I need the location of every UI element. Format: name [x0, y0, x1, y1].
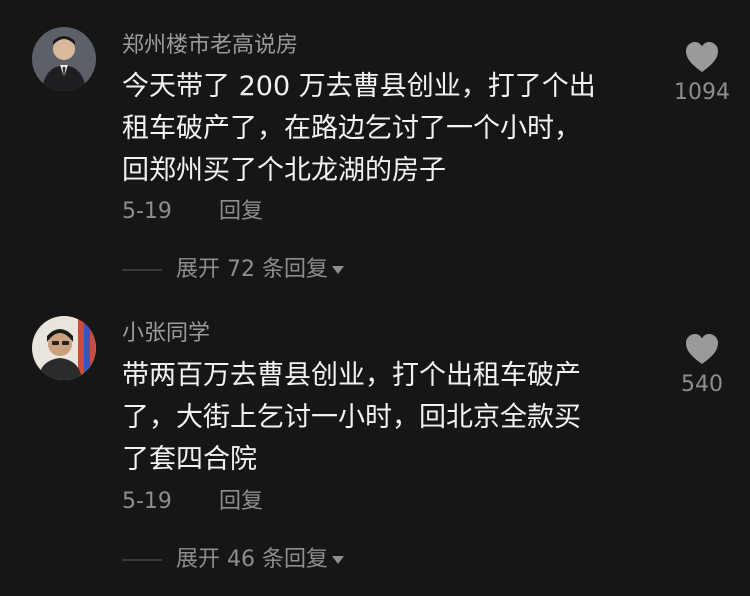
expand-replies-button[interactable]: 展开 46 条回复: [122, 547, 344, 573]
comment-text-line: 了，大街上乞讨一小时，回北京全款买: [122, 402, 581, 433]
like-count: 1094: [674, 80, 730, 105]
like-count: 540: [681, 372, 723, 397]
comment-text-line: 租车破产了，在路边乞讨了一个小时，: [122, 113, 581, 144]
reply-button[interactable]: 回复: [219, 489, 263, 515]
expand-replies-label: 展开 72 条回复: [176, 257, 328, 282]
comment-text-line: 了套四合院: [122, 444, 257, 475]
comment-text-line: 今天带了 200 万去曹县创业，打了个出: [122, 71, 596, 102]
like-button[interactable]: 1094: [660, 40, 744, 106]
comment-meta: 5-19 回复: [122, 489, 263, 515]
divider-line: [122, 269, 162, 271]
expand-replies-button[interactable]: 展开 72 条回复: [122, 257, 344, 283]
divider-line: [122, 559, 162, 561]
comment-date: 5-19: [122, 489, 172, 514]
avatar-image: [32, 316, 96, 380]
comment-date: 5-19: [122, 199, 172, 224]
heart-icon: [686, 334, 718, 364]
comment-text-line: 带两百万去曹县创业，打个出租车破产: [122, 360, 581, 391]
avatar[interactable]: [32, 316, 96, 380]
caret-down-icon: [331, 266, 344, 274]
comment-meta: 5-19 回复: [122, 199, 263, 225]
avatar-image: [32, 27, 96, 91]
comment-text: 今天带了 200 万去曹县创业，打了个出 租车破产了，在路边乞讨了一个小时， 回…: [122, 66, 642, 192]
comment-username[interactable]: 郑州楼市老高说房: [122, 33, 298, 59]
comment-username[interactable]: 小张同学: [122, 321, 210, 347]
expand-replies-label: 展开 46 条回复: [176, 547, 328, 572]
comment-text-line: 回郑州买了个北龙湖的房子: [122, 155, 446, 186]
reply-button[interactable]: 回复: [219, 199, 263, 225]
caret-down-icon: [331, 556, 344, 564]
avatar[interactable]: [32, 27, 96, 91]
heart-icon: [686, 42, 718, 72]
comment-text: 带两百万去曹县创业，打个出租车破产 了，大街上乞讨一小时，回北京全款买 了套四合…: [122, 355, 642, 481]
like-button[interactable]: 540: [660, 332, 744, 398]
